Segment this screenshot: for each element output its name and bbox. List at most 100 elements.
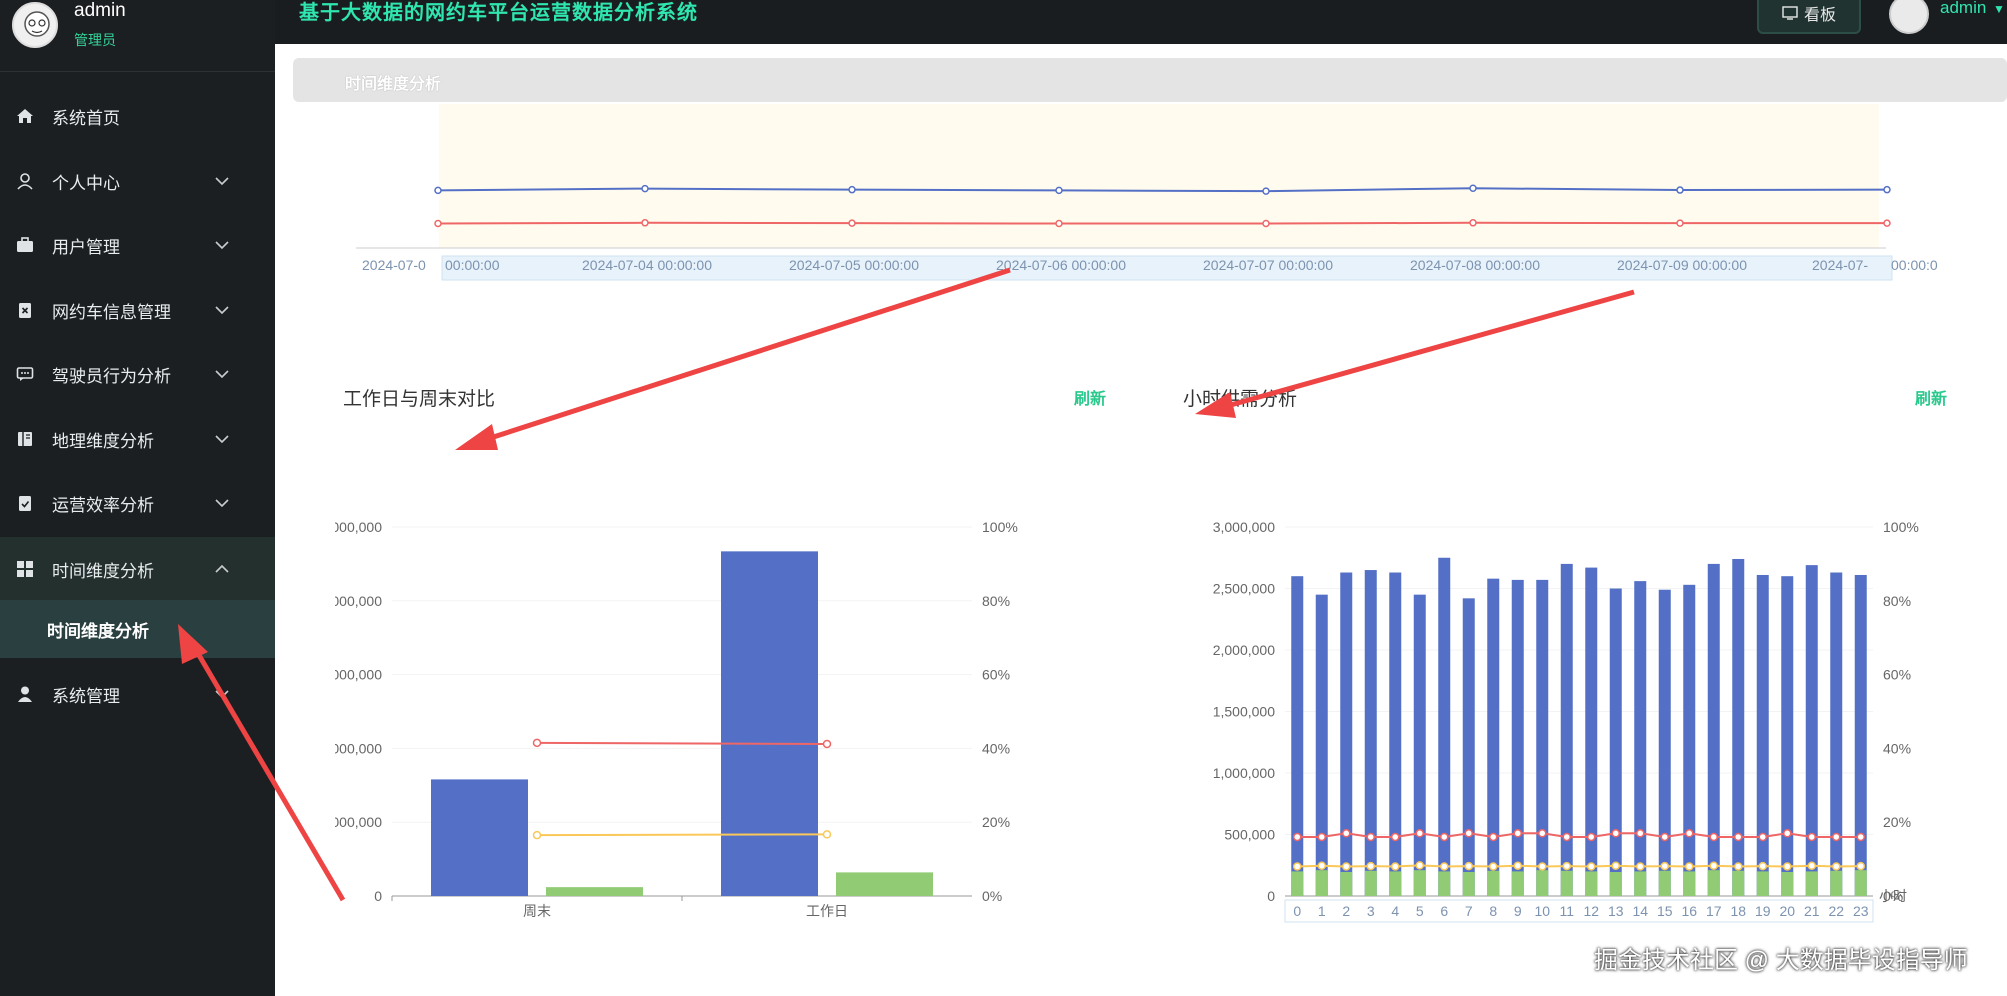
series-point bbox=[1832, 862, 1841, 871]
y-tick-label-left: 20,000,000 bbox=[335, 740, 382, 756]
sidebar-item-geo-analysis[interactable]: 地理维度分析 bbox=[0, 407, 275, 471]
bar bbox=[1805, 565, 1818, 896]
main-content: 时间维度分析 0%20%2024-07-000:00:002024-07-04 … bbox=[275, 44, 2007, 996]
watermark-text: 掘金技术社区 @ 大数据毕设指导师 bbox=[1594, 947, 1968, 974]
series-point bbox=[1262, 187, 1270, 195]
x-tick-label: 4 bbox=[1391, 903, 1399, 919]
caret-down-icon[interactable]: ▼ bbox=[1993, 2, 2005, 16]
series-point bbox=[1611, 829, 1620, 838]
series-point bbox=[1685, 829, 1694, 838]
right-refresh-link[interactable]: 刷新 bbox=[1915, 385, 1947, 409]
bar bbox=[1830, 572, 1843, 896]
series-point bbox=[1562, 861, 1571, 871]
series-point bbox=[1538, 862, 1547, 871]
series-point bbox=[1856, 832, 1865, 842]
bar bbox=[1291, 576, 1304, 896]
series-point bbox=[641, 184, 649, 193]
x-tick-label: 21 bbox=[1804, 903, 1820, 919]
x-tick-label: 2024-07-06 00:00:00 bbox=[996, 257, 1126, 273]
top-header: 基于大数据的网约车平台运营数据分析系统 看板 admin ▼ bbox=[275, 0, 2007, 44]
series-point bbox=[1464, 829, 1473, 838]
bar bbox=[1511, 871, 1524, 896]
series-point bbox=[1883, 219, 1891, 227]
y-tick-label-left: 1,000,000 bbox=[1213, 765, 1275, 781]
y-tick-label-right: 0% bbox=[982, 888, 1002, 904]
sidebar-item-label: 驾驶员行为分析 bbox=[52, 366, 171, 386]
sidebar-item-label: 系统管理 bbox=[52, 686, 120, 706]
x-tick-label: 12 bbox=[1583, 903, 1599, 919]
x-tick-label: 00:00:00 bbox=[445, 257, 500, 273]
bar bbox=[1511, 579, 1524, 896]
sidebar-item-time-analysis[interactable]: 时间维度分析 bbox=[0, 537, 275, 601]
series-point bbox=[1366, 832, 1375, 842]
series-point bbox=[1636, 829, 1645, 838]
bar bbox=[1854, 870, 1867, 896]
series-line bbox=[1297, 832, 1861, 838]
x-tick-label: 10 bbox=[1534, 903, 1550, 919]
x-tick-label: 16 bbox=[1681, 903, 1697, 919]
header-avatar[interactable] bbox=[1889, 0, 1929, 34]
x-tick-label: 14 bbox=[1632, 903, 1648, 919]
bar bbox=[1315, 870, 1328, 896]
left-refresh-link[interactable]: 刷新 bbox=[1074, 385, 1106, 409]
series-point bbox=[1758, 832, 1767, 842]
series-point bbox=[1317, 861, 1326, 870]
sidebar-item-user-management[interactable]: 用户管理 bbox=[0, 213, 275, 277]
bar bbox=[1487, 578, 1500, 896]
y-tick-label-left: 10,000,000 bbox=[335, 814, 382, 830]
x-tick-label: 2024-07-09 00:00:00 bbox=[1617, 257, 1747, 273]
series-line bbox=[1297, 864, 1861, 868]
x-tick-label: 2024-07-04 00:00:00 bbox=[582, 257, 712, 273]
series-point bbox=[1342, 862, 1351, 871]
bar bbox=[1340, 872, 1353, 896]
sidebar-item-home[interactable]: 系统首页 bbox=[0, 84, 275, 148]
hourly-supply-demand-chart: 小时供需分析数量比率订单量司机数量供需比匹配率0500,0001,000,000… bbox=[1213, 519, 1919, 923]
series-point bbox=[1709, 861, 1718, 870]
series-point bbox=[1391, 832, 1400, 842]
grid-icon bbox=[14, 558, 36, 580]
series-point bbox=[1807, 832, 1816, 842]
series-point bbox=[1055, 186, 1063, 195]
sidebar-item-label: 网约车信息管理 bbox=[52, 302, 171, 322]
x-tick-label: 18 bbox=[1730, 903, 1746, 919]
x-tick-label: 周末 bbox=[523, 903, 551, 919]
sidebar-item-personal-center[interactable]: 个人中心 bbox=[0, 149, 275, 213]
breadcrumb: 时间维度分析 bbox=[293, 58, 2007, 102]
series-point bbox=[532, 830, 542, 840]
bar bbox=[1536, 870, 1549, 896]
x-tick-label: 5 bbox=[1416, 903, 1424, 919]
sidebar-subitem-time-analysis[interactable]: 时间维度分析 bbox=[0, 600, 275, 658]
sidebar-username: admin bbox=[74, 0, 126, 21]
bar bbox=[836, 872, 933, 896]
series-point bbox=[1415, 829, 1424, 838]
bar bbox=[1560, 870, 1573, 896]
sidebar: admin 管理员 系统首页 个人中心 用户管理 网约车信息管理 驾驶员行为分析 bbox=[0, 0, 275, 996]
sidebar-item-efficiency-analysis[interactable]: 运营效率分析 bbox=[0, 471, 275, 535]
board-button[interactable]: 看板 bbox=[1757, 0, 1861, 34]
sidebar-item-system-management[interactable]: 系统管理 bbox=[0, 662, 275, 726]
breadcrumb-label: 时间维度分析 bbox=[345, 76, 442, 93]
header-username[interactable]: admin bbox=[1940, 0, 1986, 18]
sidebar-item-driver-behavior[interactable]: 驾驶员行为分析 bbox=[0, 342, 275, 406]
series-point bbox=[1440, 832, 1449, 842]
clipboard-check-icon bbox=[14, 492, 36, 514]
series-point bbox=[1660, 861, 1669, 871]
series-point bbox=[1807, 861, 1816, 870]
series-point bbox=[1262, 219, 1270, 228]
x-tick-label: 2024-07-0 bbox=[362, 257, 426, 273]
bar bbox=[1781, 576, 1794, 896]
avatar[interactable] bbox=[12, 2, 58, 48]
user-icon bbox=[14, 170, 36, 192]
y-tick-label-left: 0 bbox=[374, 888, 382, 904]
sidebar-item-car-info-management[interactable]: 网约车信息管理 bbox=[0, 278, 275, 342]
bar bbox=[721, 551, 818, 896]
series-point bbox=[1783, 862, 1792, 871]
sidebar-subitem-label: 时间维度分析 bbox=[47, 621, 149, 641]
sidebar-user-box: admin 管理员 bbox=[0, 0, 275, 72]
y-tick-label-right: 80% bbox=[1883, 593, 1911, 609]
series-point bbox=[1464, 861, 1473, 871]
bar bbox=[1560, 563, 1573, 896]
series-point bbox=[1685, 862, 1694, 871]
series-point bbox=[848, 185, 856, 194]
series-point bbox=[1415, 861, 1424, 870]
